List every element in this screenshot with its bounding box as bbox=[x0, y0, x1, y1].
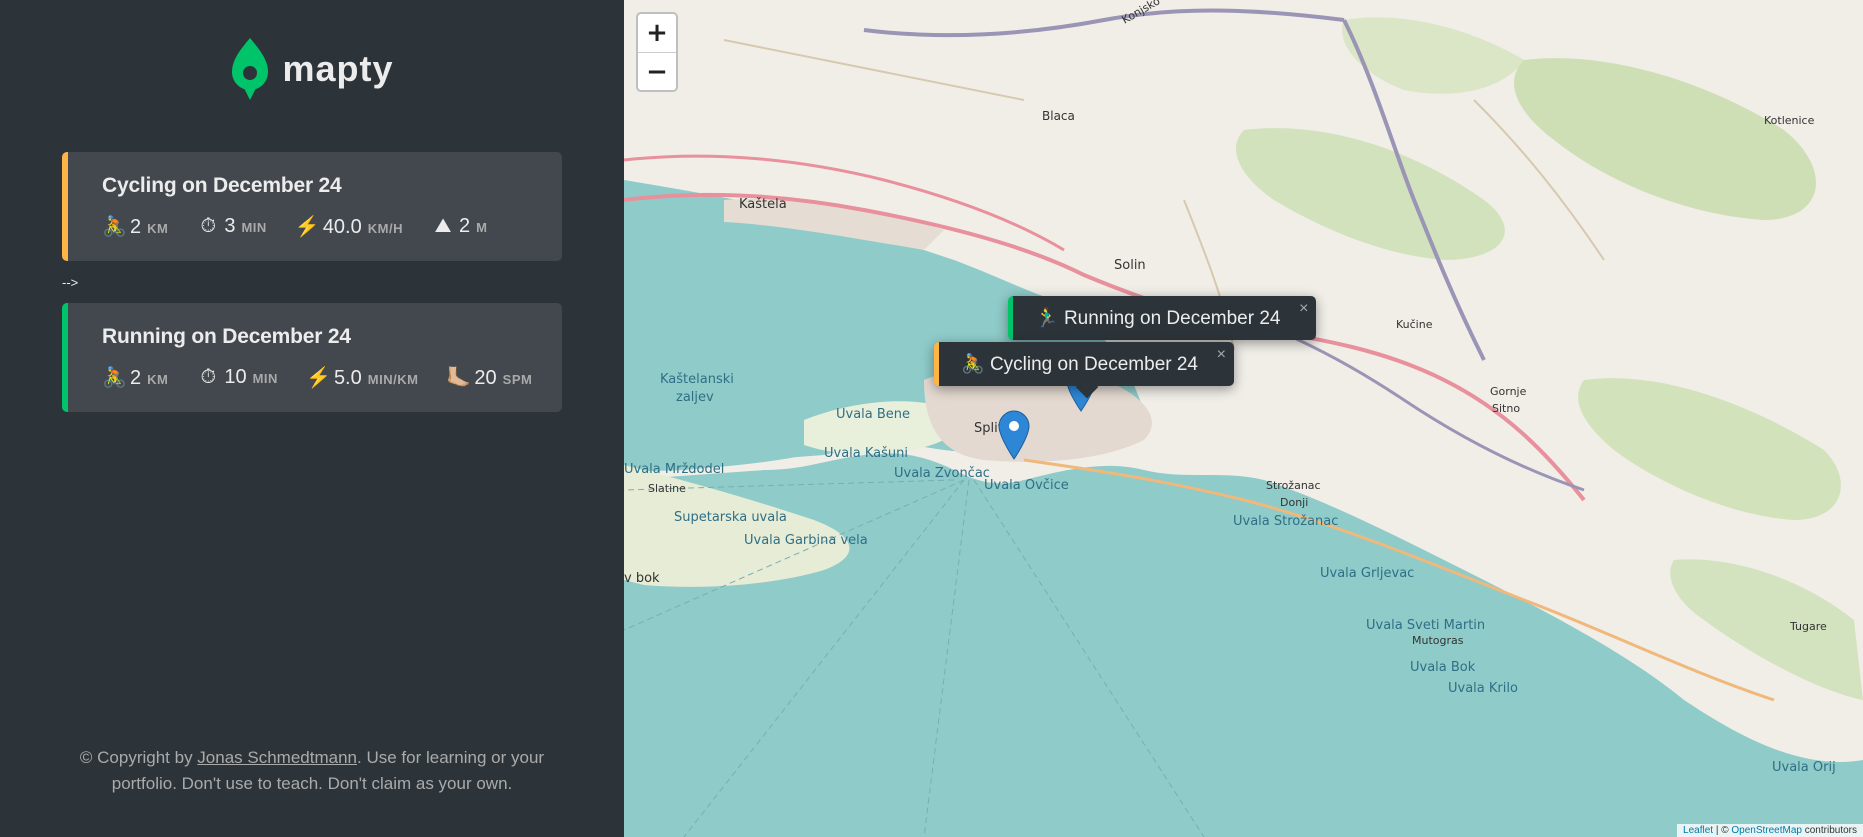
place-label: Blaca bbox=[1042, 109, 1075, 123]
attribution-sep: | © bbox=[1713, 825, 1732, 836]
workout-popup-cycling[interactable]: 🚴 Cycling on December 24 × bbox=[934, 342, 1234, 399]
place-label: Uvala Bene bbox=[836, 407, 911, 422]
bicycle-icon: 🚴 bbox=[961, 354, 985, 375]
place-label: Kotlenice bbox=[1764, 114, 1815, 127]
place-label: Donji bbox=[1280, 496, 1309, 509]
distance-detail: 🚴 2 km bbox=[102, 365, 168, 390]
attribution-tail: contributors bbox=[1801, 825, 1857, 836]
speed-value: 40.0 bbox=[322, 216, 362, 238]
cadence-unit: spm bbox=[502, 372, 533, 387]
pace-value: 5.0 bbox=[333, 367, 362, 389]
stopwatch-icon: ⏱ bbox=[200, 366, 217, 388]
place-label: Gornje bbox=[1490, 385, 1527, 398]
cadence-value: 20 bbox=[474, 367, 497, 389]
place-label: v bok bbox=[624, 571, 660, 586]
close-icon[interactable]: × bbox=[1217, 346, 1226, 364]
duration-value: 10 bbox=[224, 366, 247, 388]
place-label: Kaštelanski bbox=[660, 372, 734, 387]
close-icon[interactable]: × bbox=[1299, 300, 1308, 318]
place-label: Slatine bbox=[648, 482, 686, 495]
mountain-icon: ⛰ bbox=[434, 215, 452, 237]
distance-value: 2 bbox=[130, 216, 142, 238]
popup-text: Cycling on December 24 bbox=[989, 354, 1198, 375]
place-label: Uvala Strožanac bbox=[1233, 514, 1339, 529]
workout-list: Cycling on December 24 🚴 2 km ⏱ 3 min ⚡️… bbox=[62, 152, 562, 412]
sidebar: mapty Cycling on December 24 🚴 2 km ⏱ 3 … bbox=[0, 0, 624, 837]
bicycle-icon: 🚴 bbox=[102, 367, 127, 389]
elevation-detail: ⛰ 2 m bbox=[431, 215, 487, 238]
separator-text: --> bbox=[62, 274, 79, 290]
workout-details: 🚴 2 km ⏱ 10 min ⚡️ 5.0 min/km 🦶🏼 20 bbox=[102, 365, 532, 390]
map-pin-logo-icon bbox=[232, 38, 269, 100]
distance-detail: 🚴 2 km bbox=[102, 214, 168, 239]
copyright-prefix: © Copyright by bbox=[79, 748, 198, 767]
map-marker-icon[interactable] bbox=[998, 410, 1030, 460]
popup-text: Running on December 24 bbox=[1063, 308, 1281, 329]
place-label: Uvala Garbina vela bbox=[744, 533, 868, 548]
logo-text: mapty bbox=[282, 48, 394, 89]
place-label: Uvala Bok bbox=[1410, 660, 1476, 675]
foot-icon: 🦶🏼 bbox=[446, 367, 472, 389]
place-label: Strožanac bbox=[1266, 479, 1321, 492]
elevation-value: 2 bbox=[458, 215, 471, 237]
duration-detail: ⏱ 3 min bbox=[196, 215, 267, 238]
workout-item-running[interactable]: Running on December 24 🚴 2 km ⏱ 10 min ⚡… bbox=[62, 303, 562, 412]
place-label: Uvala Ovčice bbox=[984, 478, 1069, 493]
place-label: Tugare bbox=[1790, 620, 1827, 633]
bicycle-icon: 🚴 bbox=[102, 216, 127, 238]
lightning-icon: ⚡️ bbox=[294, 216, 320, 238]
pace-unit: min/km bbox=[367, 372, 419, 387]
elevation-unit: m bbox=[476, 220, 488, 235]
leaflet-link[interactable]: Leaflet bbox=[1683, 825, 1713, 836]
speed-unit: km/h bbox=[367, 221, 403, 236]
distance-unit: km bbox=[147, 372, 169, 387]
workout-popup-running[interactable]: 🏃‍♂️ Running on December 24 × bbox=[1008, 296, 1317, 340]
workout-title: Running on December 24 bbox=[102, 325, 351, 348]
place-label: Uvala Zvončac bbox=[894, 466, 990, 481]
place-label: Uvala Mrždodel bbox=[624, 462, 725, 477]
place-label: zaljev bbox=[676, 390, 714, 405]
place-label: Supetarska uvala bbox=[674, 510, 787, 525]
place-label: Uvala Sveti Martin bbox=[1366, 618, 1486, 633]
workout-item-cycling[interactable]: Cycling on December 24 🚴 2 km ⏱ 3 min ⚡️… bbox=[62, 152, 562, 261]
place-label: Kučine bbox=[1396, 318, 1433, 331]
map[interactable]: + − Kaštela Solin Blaca Kaštelanski zalj… bbox=[624, 0, 1863, 837]
logo: mapty bbox=[62, 36, 562, 102]
place-label: Uvala Grljevac bbox=[1320, 566, 1415, 581]
place-label: Uvala Kašuni bbox=[824, 446, 909, 461]
duration-detail: ⏱ 10 min bbox=[196, 366, 278, 389]
duration-value: 3 bbox=[224, 215, 236, 237]
distance-unit: km bbox=[147, 221, 169, 236]
duration-unit: min bbox=[252, 371, 278, 386]
speed-detail: ⚡️ 40.0 km/h bbox=[295, 214, 403, 239]
pace-detail: ⚡️ 5.0 min/km bbox=[306, 365, 418, 390]
map-tiles[interactable] bbox=[624, 0, 1863, 837]
copyright: © Copyright by Jonas Schmedtmann. Use fo… bbox=[62, 745, 562, 797]
duration-unit: min bbox=[241, 220, 267, 235]
place-label: Mutogras bbox=[1412, 634, 1464, 647]
place-label: Uvala Orij bbox=[1772, 760, 1836, 775]
zoom-control: + − bbox=[636, 12, 678, 92]
zoom-out-button[interactable]: − bbox=[638, 52, 676, 90]
map-attribution: Leaflet | © OpenStreetMap contributors bbox=[1677, 824, 1863, 837]
zoom-in-button[interactable]: + bbox=[638, 14, 676, 52]
stopwatch-icon: ⏱ bbox=[200, 215, 217, 237]
osm-link[interactable]: OpenStreetMap bbox=[1731, 825, 1802, 836]
workout-title: Cycling on December 24 bbox=[102, 174, 342, 197]
author-link[interactable]: Jonas Schmedtmann bbox=[197, 748, 357, 767]
place-label: Kaštela bbox=[739, 197, 787, 212]
place-label: Sitno bbox=[1492, 402, 1521, 415]
workout-details: 🚴 2 km ⏱ 3 min ⚡️ 40.0 km/h ⛰ 2 m bbox=[102, 214, 530, 239]
cadence-detail: 🦶🏼 20 spm bbox=[446, 365, 532, 390]
place-label: Solin bbox=[1114, 258, 1146, 273]
distance-value: 2 bbox=[130, 367, 142, 389]
place-label: Uvala Krilo bbox=[1448, 681, 1518, 696]
lightning-icon: ⚡️ bbox=[305, 367, 331, 389]
running-icon: 🏃‍♂️ bbox=[1035, 308, 1059, 329]
